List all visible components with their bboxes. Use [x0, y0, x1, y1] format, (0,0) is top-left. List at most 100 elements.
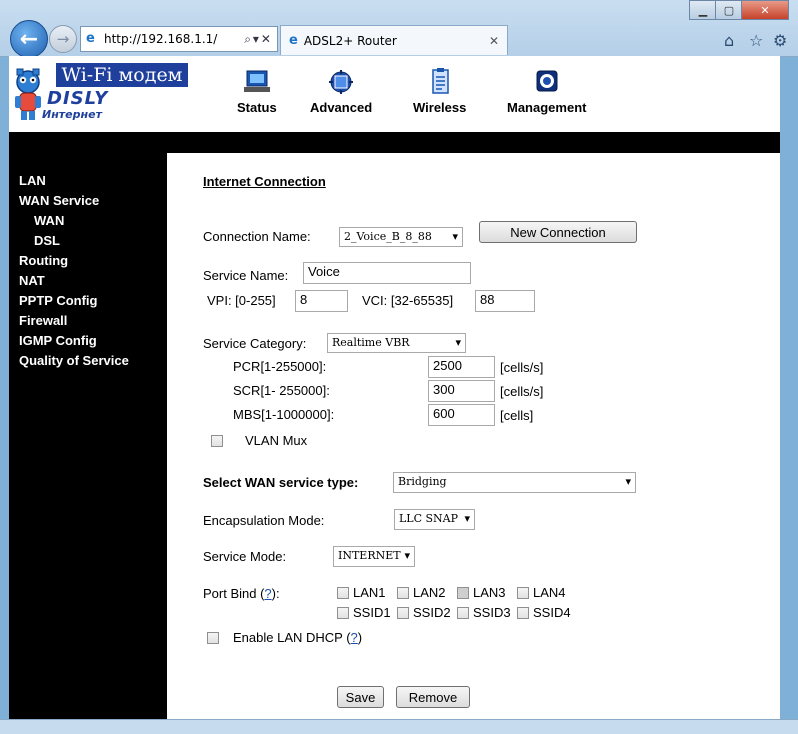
home-icon[interactable]: ⌂: [724, 31, 734, 50]
port-lan1-label: LAN1: [353, 585, 386, 600]
service-name-input[interactable]: Voice: [303, 262, 471, 284]
pcr-unit: [cells/s]: [500, 360, 544, 375]
page-title: Internet Connection: [203, 174, 326, 189]
enable-dhcp-checkbox[interactable]: [207, 632, 219, 644]
mbs-unit: [cells]: [500, 408, 534, 423]
connection-name-label: Connection Name:: [203, 229, 311, 244]
port-lan4-label: LAN4: [533, 585, 566, 600]
vci-label: VCI: [32-65535]: [362, 293, 454, 308]
settings-gear-icon[interactable]: ⚙: [773, 31, 787, 50]
port-ssid1-checkbox[interactable]: [337, 607, 349, 619]
vlan-mux-checkbox[interactable]: [211, 435, 223, 447]
management-globe-icon: [536, 70, 558, 92]
mbs-label: MBS[1-1000000]:: [233, 407, 335, 422]
advanced-chip-icon: [329, 70, 354, 94]
sidebar-item-routing[interactable]: Routing: [19, 253, 68, 268]
enable-dhcp-text: Enable LAN DHCP (: [233, 630, 351, 645]
scr-unit: [cells/s]: [500, 384, 544, 399]
favorites-star-icon[interactable]: ☆: [749, 31, 763, 50]
nav-status[interactable]: Status: [237, 68, 277, 115]
forward-arrow-icon: →: [56, 30, 70, 48]
logo-product: Wi-Fi модем: [56, 63, 188, 87]
tab-title: ADSL2+ Router: [303, 33, 397, 48]
sidebar-item-wan-service[interactable]: WAN Service: [19, 193, 99, 208]
vpi-label: VPI: [0-255]: [207, 293, 276, 308]
window-close-button[interactable]: ✕: [741, 0, 789, 20]
browser-tab[interactable]: e ADSL2+ Router ✕: [280, 25, 508, 55]
browser-toolbar: ← → e http://192.168.1.1/ ⌕▾✕ e ADSL2+ R…: [0, 0, 798, 58]
service-name-label: Service Name:: [203, 268, 289, 283]
vlan-mux-label: VLAN Mux: [245, 433, 308, 448]
port-lan2-checkbox[interactable]: [397, 587, 409, 599]
address-bar[interactable]: e http://192.168.1.1/ ⌕▾✕: [80, 26, 278, 52]
port-ssid3-checkbox[interactable]: [457, 607, 469, 619]
vpi-input[interactable]: 8: [295, 290, 348, 312]
header-band: [9, 132, 780, 153]
sidebar-item-lan[interactable]: LAN: [19, 173, 46, 188]
address-tools-icon[interactable]: ⌕▾✕: [244, 32, 277, 47]
router-page: Wi-Fi модем DISLY Интернет Status Advanc…: [9, 56, 780, 719]
port-ssid2-label: SSID2: [413, 605, 451, 620]
nav-advanced[interactable]: Advanced: [310, 68, 372, 115]
scr-input[interactable]: 300: [428, 380, 495, 402]
nav-advanced-label: Advanced: [310, 100, 373, 115]
back-button[interactable]: ←: [10, 20, 48, 58]
nav-management-label: Management: [507, 100, 587, 115]
port-ssid2-checkbox[interactable]: [397, 607, 409, 619]
sidebar-item-nat[interactable]: NAT: [19, 273, 45, 288]
minimize-button[interactable]: ▁: [689, 0, 717, 20]
address-url: http://192.168.1.1/: [104, 32, 218, 46]
port-bind-help-link[interactable]: ?: [264, 586, 271, 601]
remove-button[interactable]: Remove: [396, 686, 470, 708]
port-lan3-label: LAN3: [473, 585, 506, 600]
connection-name-select[interactable]: 2_Voice_B_8_88: [339, 227, 463, 247]
sidebar-item-qos[interactable]: Quality of Service: [19, 353, 129, 368]
ie-tab-icon: e: [289, 33, 298, 48]
logo-subtitle: Интернет: [42, 108, 102, 121]
enable-dhcp-help-link[interactable]: ?: [351, 630, 358, 645]
service-mode-select[interactable]: INTERNET: [333, 546, 415, 567]
vci-input[interactable]: 88: [475, 290, 535, 312]
wireless-clipboard-icon: [431, 68, 449, 94]
mbs-input[interactable]: 600: [428, 404, 495, 426]
port-bind-label: Port Bind (?):: [203, 586, 280, 601]
encapsulation-label: Encapsulation Mode:: [203, 513, 325, 528]
port-lan2-label: LAN2: [413, 585, 446, 600]
enable-dhcp-label: Enable LAN DHCP (?): [233, 630, 362, 645]
port-lan3-checkbox[interactable]: [457, 587, 469, 599]
port-ssid3-label: SSID3: [473, 605, 511, 620]
forward-button[interactable]: →: [49, 25, 77, 53]
port-lan4-checkbox[interactable]: [517, 587, 529, 599]
nav-status-label: Status: [237, 100, 277, 115]
wan-type-select[interactable]: Bridging: [393, 472, 636, 493]
logo-brand: DISLY: [47, 88, 109, 109]
nav-wireless-label: Wireless: [413, 100, 467, 115]
wan-type-label: Select WAN service type:: [203, 475, 359, 490]
pcr-input[interactable]: 2500: [428, 356, 495, 378]
router-header: Wi-Fi модем DISLY Интернет Status Advanc…: [9, 56, 780, 132]
sidebar-item-wan[interactable]: WAN: [34, 213, 64, 228]
port-lan1-checkbox[interactable]: [337, 587, 349, 599]
new-connection-button[interactable]: New Connection: [479, 221, 637, 243]
tab-close-icon[interactable]: ✕: [489, 34, 499, 48]
service-category-select[interactable]: Realtime VBR: [327, 333, 466, 353]
sidebar-item-dsl[interactable]: DSL: [34, 233, 60, 248]
enable-dhcp-suffix: ): [357, 630, 363, 645]
ie-page-icon: e: [86, 31, 95, 46]
pcr-label: PCR[1-255000]:: [233, 359, 327, 374]
browser-status-bar: [0, 719, 798, 734]
main-content: Internet Connection Connection Name: 2_V…: [167, 153, 780, 719]
service-category-label: Service Category:: [203, 336, 307, 351]
maximize-button[interactable]: ▢: [715, 0, 743, 20]
nav-wireless[interactable]: Wireless: [413, 68, 466, 115]
sidebar: LAN WAN Service WAN DSL Routing NAT PPTP…: [9, 153, 167, 719]
sidebar-item-igmp-config[interactable]: IGMP Config: [19, 333, 97, 348]
port-bind-text: Port Bind (: [203, 586, 265, 601]
save-button[interactable]: Save: [337, 686, 384, 708]
sidebar-item-firewall[interactable]: Firewall: [19, 313, 67, 328]
nav-management[interactable]: Management: [507, 68, 586, 115]
port-ssid4-checkbox[interactable]: [517, 607, 529, 619]
sidebar-item-pptp-config[interactable]: PPTP Config: [19, 293, 97, 308]
service-mode-label: Service Mode:: [203, 549, 287, 564]
encapsulation-select[interactable]: LLC SNAP: [394, 509, 475, 530]
